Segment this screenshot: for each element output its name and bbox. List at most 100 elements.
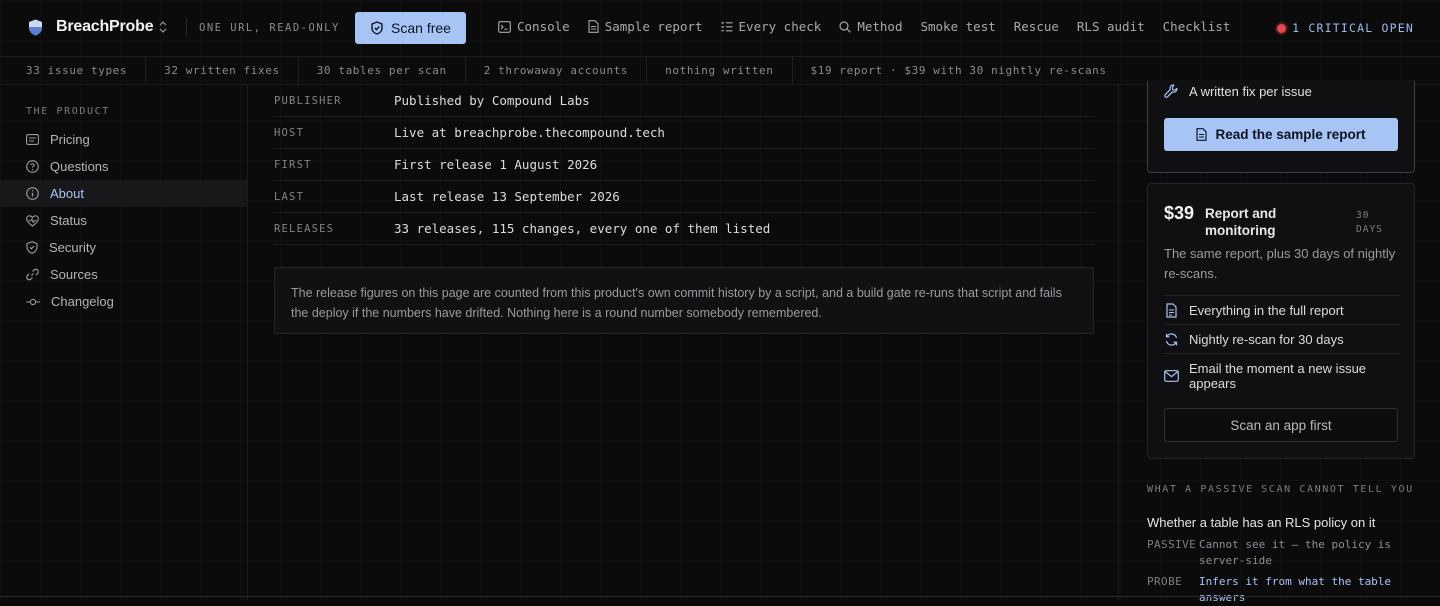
table-row: FIRST First release 1 August 2026 <box>274 149 1094 181</box>
release-note: The release figures on this page are cou… <box>274 267 1094 334</box>
row-value: Live at breachprobe.thecompound.tech <box>394 125 665 140</box>
comparison-row: PASSIVE Cannot see it — the policy is se… <box>1147 537 1399 569</box>
scan-an-app-first-button[interactable]: Scan an app first <box>1164 408 1398 442</box>
passive-scan-heading: WHAT A PASSIVE SCAN CANNOT TELL YOU <box>1147 484 1414 495</box>
stat-item: 32 written fixes <box>146 56 299 85</box>
chevron-updown-icon[interactable] <box>158 20 168 34</box>
sidebar-item-label: Sources <box>50 267 98 282</box>
sidebar-item-label: Pricing <box>50 132 90 147</box>
plan-feature-list: Everything in the full report Nightly re… <box>1164 295 1400 397</box>
nav-sample-report[interactable]: Sample report <box>588 19 703 34</box>
search-icon <box>839 20 852 33</box>
table-row: LAST Last release 13 September 2026 <box>274 181 1094 213</box>
stat-item: $19 report · $39 with 30 nightly re-scan… <box>810 63 1107 77</box>
sidebar-item-sources[interactable]: Sources <box>0 261 247 288</box>
receipt-icon <box>26 134 39 145</box>
sidebar-item-label: Changelog <box>51 294 114 309</box>
stat-item: 33 issue types <box>0 56 147 85</box>
row-key: LAST <box>274 190 305 203</box>
row-value: Published by Compound Labs <box>394 93 590 108</box>
nav-method[interactable]: Method <box>839 19 902 34</box>
critical-label: 1 CRITICAL OPEN <box>1292 21 1414 35</box>
main-nav: Console Sample report Every check Method <box>498 19 1248 34</box>
logo-icon <box>29 19 42 35</box>
document-icon <box>588 20 599 33</box>
passive-scan-question: Whether a table has an RLS policy on it <box>1147 515 1376 530</box>
heartbeat-icon <box>26 214 39 227</box>
critical-dot-icon <box>1277 23 1287 33</box>
row-value: First release 1 August 2026 <box>394 157 598 172</box>
about-table: PUBLISHER Published by Compound Labs HOS… <box>274 85 1094 245</box>
plan-feature-label: Email the moment a new issue appears <box>1189 360 1367 391</box>
comparison-value: Cannot see it — the policy is server-sid… <box>1199 538 1392 567</box>
comparison-value: Infers it from what the table answers <box>1199 575 1392 604</box>
comparison-row: PROBE Infers it from what the table answ… <box>1147 574 1399 606</box>
nav-checklist[interactable]: Checklist <box>1163 19 1231 34</box>
row-key: FIRST <box>274 158 312 171</box>
plan-feature: Email the moment a new issue appears <box>1164 353 1400 397</box>
nav-rls-audit-label: RLS audit <box>1076 19 1145 34</box>
divider <box>186 18 187 36</box>
nav-method-label: Method <box>857 19 903 34</box>
report-icon <box>1166 302 1177 318</box>
nav-rescue[interactable]: Rescue <box>1014 19 1059 34</box>
table-row: HOST Live at breachprobe.thecompound.tec… <box>274 117 1094 149</box>
sidebar-item-security[interactable]: Security <box>0 234 247 261</box>
nav-checklist-label: Checklist <box>1162 19 1231 34</box>
pricing-column: A written fix per issue Read the sample … <box>1118 81 1440 604</box>
sidebar-list: Pricing Questions About Status Security … <box>0 126 247 315</box>
divider <box>0 596 1440 597</box>
row-key: HOST <box>274 126 305 139</box>
top-bar: BreachProbe ONE URL, READ-ONLY Scan free… <box>0 0 1440 57</box>
nav-smoke-test[interactable]: Smoke test <box>920 19 995 34</box>
sidebar-item-status[interactable]: Status <box>0 207 247 234</box>
plan-name: Report and monitoring <box>1205 206 1277 238</box>
plan-price: $39 <box>1164 203 1195 223</box>
row-value: 33 releases, 115 changes, every one of t… <box>394 221 771 236</box>
row-value: Last release 13 September 2026 <box>394 189 620 204</box>
brand-name: BreachProbe <box>56 18 154 35</box>
row-key: PUBLISHER <box>274 94 342 107</box>
sidebar-item-label: Status <box>50 213 87 228</box>
read-sample-report-button[interactable]: Read the sample report <box>1164 118 1398 151</box>
shield-icon <box>26 241 38 254</box>
stat-item: nothing written <box>647 56 793 85</box>
sidebar-item-label: About <box>50 186 84 201</box>
sidebar: THE PRODUCT Pricing Questions About Stat… <box>0 85 248 600</box>
nav-smoke-test-label: Smoke test <box>920 19 996 34</box>
brand[interactable]: BreachProbe <box>28 18 167 36</box>
stat-item: 30 tables per scan <box>299 56 466 85</box>
plan-feature: Everything in the full report <box>1164 295 1400 324</box>
scan-free-label: Scan free <box>391 20 451 36</box>
sidebar-item-changelog[interactable]: Changelog <box>0 288 247 315</box>
row-key: RELEASES <box>274 222 335 235</box>
table-row: PUBLISHER Published by Compound Labs <box>274 85 1094 117</box>
refresh-icon <box>1165 332 1178 346</box>
feature-label: A written fix per issue <box>1189 84 1312 99</box>
sidebar-item-questions[interactable]: Questions <box>0 153 247 180</box>
read-sample-report-label: Read the sample report <box>1215 127 1366 142</box>
plan-feature-label: Everything in the full report <box>1189 302 1344 318</box>
sidebar-item-about[interactable]: About <box>0 180 247 207</box>
sidebar-item-label: Security <box>49 240 96 255</box>
monitoring-plan-card: $39 Report and monitoring 30 DAYS The sa… <box>1147 183 1415 459</box>
checklist-icon <box>720 21 733 32</box>
plan-feature-label: Nightly re-scan for 30 days <box>1189 331 1344 347</box>
scan-free-button[interactable]: Scan free <box>355 12 466 44</box>
sidebar-heading: THE PRODUCT <box>26 106 110 117</box>
sidebar-item-pricing[interactable]: Pricing <box>0 126 247 153</box>
stat-item: 2 throwaway accounts <box>466 56 648 85</box>
plan-duration: 30 DAYS <box>1356 210 1383 235</box>
question-icon <box>26 160 39 173</box>
nav-every-check[interactable]: Every check <box>720 19 821 34</box>
document-icon <box>1196 128 1208 141</box>
nav-rls-audit[interactable]: RLS audit <box>1077 19 1145 34</box>
sidebar-item-label: Questions <box>50 159 109 174</box>
info-icon <box>26 187 39 200</box>
nav-console-label: Console <box>517 19 570 34</box>
tagline: ONE URL, READ-ONLY <box>199 22 340 34</box>
critical-status[interactable]: 1 CRITICAL OPEN <box>1277 21 1414 35</box>
nav-console[interactable]: Console <box>498 19 570 34</box>
commit-icon <box>26 298 40 305</box>
terminal-icon <box>498 20 511 33</box>
